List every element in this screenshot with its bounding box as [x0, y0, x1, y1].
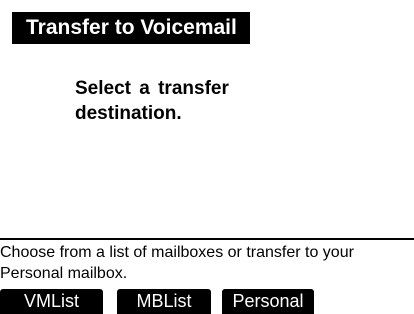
phone-screen: Transfer to Voicemail Select a transfer …: [0, 0, 414, 314]
softkey-mblist-button[interactable]: MBList: [117, 289, 211, 314]
hint-text: Choose from a list of mailboxes or trans…: [0, 244, 354, 282]
screen-title: Transfer to Voicemail: [12, 12, 250, 44]
softkey-vmlist-button[interactable]: VMList: [0, 289, 103, 314]
divider: [0, 238, 414, 240]
softkey-personal-button[interactable]: Personal: [222, 289, 314, 314]
prompt-text: Select a transfer destination.: [75, 78, 229, 124]
